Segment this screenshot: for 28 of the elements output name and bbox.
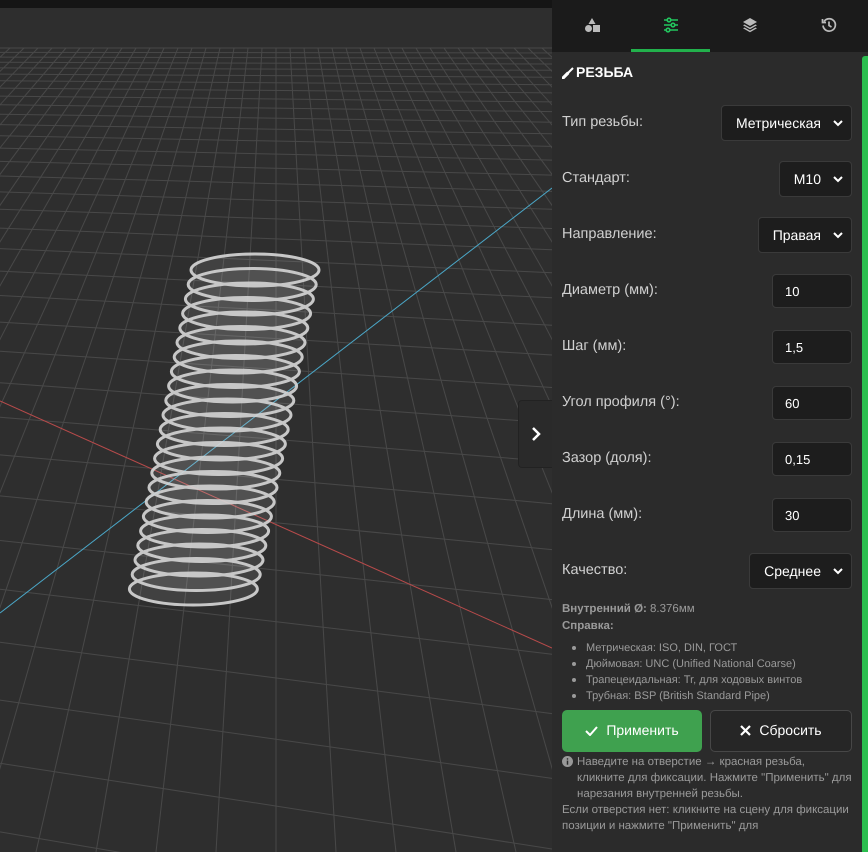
reset-button[interactable]: Сбросить: [710, 710, 852, 752]
field-label: Длина (мм):: [562, 505, 642, 524]
input-field[interactable]: 30: [772, 498, 852, 532]
reference-item: Трапецеидальная: Tr, для ходовых винтов: [586, 672, 802, 688]
input-field[interactable]: 0,15: [772, 442, 852, 476]
field-label: Шаг (мм):: [562, 337, 626, 356]
dropdown[interactable]: Правая: [758, 217, 852, 253]
dropdown[interactable]: M10: [778, 161, 852, 197]
field-label: Стандарт:: [562, 169, 630, 188]
reference-item: Метрическая: ISO, DIN, ГОСТ: [586, 640, 738, 656]
field-label: Угол профиля (°):: [562, 393, 680, 412]
dropdown[interactable]: Метрическая: [720, 105, 852, 141]
field-label: Диаметр (мм):: [562, 281, 658, 300]
reference-item: Дюймовая: UNC (Unified National Coarse): [586, 656, 796, 672]
dropdown[interactable]: Среднее: [749, 553, 852, 589]
field-label: Качество:: [562, 561, 628, 580]
field-label: Зазор (доля):: [562, 449, 652, 468]
reference-item: Трубная: BSP (British Standard Pipe): [586, 688, 770, 704]
hint-text: Если отверстия нет: кликните на сцену для фиксации позиции и нажмите "Применить" для: [562, 802, 850, 834]
field-label: Тип резьбы:: [562, 113, 643, 132]
section-title: РЕЗЬБА: [576, 63, 634, 82]
input-field[interactable]: 1,5: [772, 330, 852, 364]
hint-text: Наведите на отверстие → красная резьба, кликните для фиксации. Нажмите "Применить" для нарезания внутренней резьбы.: [577, 754, 852, 802]
field-label: Направление:: [562, 225, 657, 244]
reference-title: Справка:: [562, 619, 615, 634]
input-field[interactable]: 10: [772, 274, 852, 308]
input-field[interactable]: 60: [772, 386, 852, 420]
inner-diameter-text: Внутренний Ø: 8.376мм: [562, 602, 696, 617]
